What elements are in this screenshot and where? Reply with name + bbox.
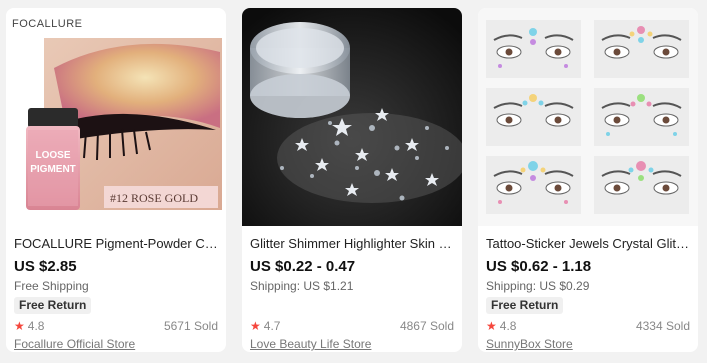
product-image[interactable]: #12 ROSE GOLD LOOSE PIGMENT FOCALLURE [6, 8, 226, 226]
rating-value: 4.8 [27, 319, 45, 333]
rating-value: 4.7 [263, 319, 281, 333]
rating-row: ★ 4.8 5671 Sold [14, 318, 218, 334]
product-image[interactable] [242, 8, 462, 226]
free-return-badge: Free Return [486, 297, 564, 314]
product-price: US $2.85 [14, 258, 77, 275]
product-title[interactable]: Glitter Shimmer Highlighter Skin F... [250, 236, 454, 252]
rating-value: 4.8 [499, 319, 517, 333]
jar-label-line-2: PIGMENT [30, 164, 76, 175]
store-link[interactable]: Focallure Official Store [14, 336, 218, 352]
store-link[interactable]: Love Beauty Life Store [250, 336, 454, 352]
store-link[interactable]: SunnyBox Store [486, 336, 690, 352]
sold-count: 4334 Sold [635, 319, 690, 333]
rating-row: ★ 4.8 4334 Sold [486, 318, 690, 334]
star-icon: ★ [486, 319, 497, 333]
shade-label: #12 ROSE GOLD [110, 191, 198, 205]
shipping-info: Free Shipping [14, 279, 89, 293]
product-price: US $0.62 - 1.18 [486, 258, 592, 275]
star-icon: ★ [250, 319, 261, 333]
star-icon: ★ [14, 319, 25, 333]
product-price: US $0.22 - 0.47 [250, 258, 356, 275]
sold-count: 5671 Sold [163, 319, 218, 333]
product-card[interactable]: Tattoo-Sticker Jewels Crystal Glitte... … [478, 8, 698, 352]
product-grid: #12 ROSE GOLD LOOSE PIGMENT FOCALLURE FO… [0, 0, 707, 363]
product-card[interactable]: #12 ROSE GOLD LOOSE PIGMENT FOCALLURE FO… [6, 8, 226, 352]
rating-row: ★ 4.7 4867 Sold [250, 318, 454, 334]
product-image[interactable] [478, 8, 698, 226]
sold-count: 4867 Sold [399, 319, 454, 333]
product-card[interactable]: Glitter Shimmer Highlighter Skin F... US… [242, 8, 462, 352]
product-title[interactable]: Tattoo-Sticker Jewels Crystal Glitte... [486, 236, 690, 252]
brand-logo: FOCALLURE [12, 18, 83, 30]
shipping-info: Shipping: US $0.29 [486, 279, 590, 293]
jar-label-line-1: LOOSE [35, 150, 70, 161]
shipping-info: Shipping: US $1.21 [250, 279, 354, 293]
free-return-badge: Free Return [14, 297, 92, 314]
product-title[interactable]: FOCALLURE Pigment-Powder Cos... [14, 236, 218, 252]
